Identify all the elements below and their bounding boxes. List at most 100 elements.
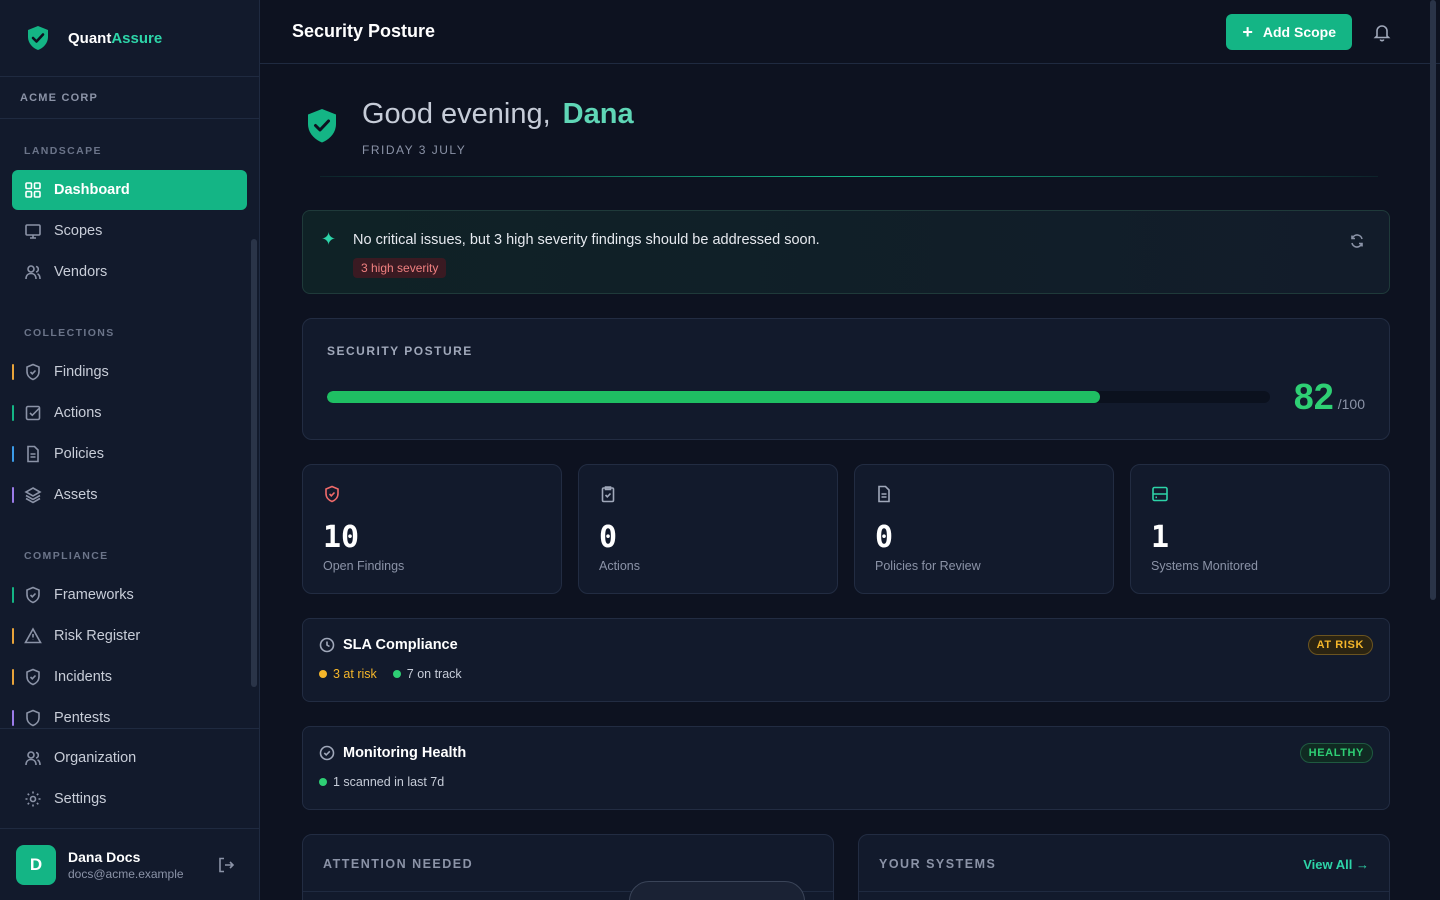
topbar: Security Posture + Add Scope [260,0,1440,64]
sidebar-item-assets[interactable]: Assets [12,475,247,515]
card-title: SLA Compliance [343,637,458,653]
users-icon [25,265,41,280]
shield-check-icon [308,109,336,143]
on-track-count: 7 on track [406,667,462,681]
greeting-date: FRIDAY 3 JULY [362,143,467,157]
stats-row: 10 Open Findings 0 Actions 0 Policies fo… [302,464,1390,594]
stat-label: Systems Monitored [1151,559,1258,573]
grid-icon [25,182,41,198]
layers-icon [24,487,42,504]
stat-open-findings[interactable]: 10 Open Findings [302,464,562,594]
sidebar-item-findings[interactable]: Findings [12,352,247,392]
card-title: ATTENTION NEEDED [323,857,474,871]
document-icon [27,445,39,463]
view-all-link[interactable]: View All → [1303,857,1369,891]
sidebar-item-label: Incidents [54,669,113,685]
sidebar-item-risk-register[interactable]: Risk Register [12,616,247,656]
accent-bar [12,710,14,726]
stat-label: Policies for Review [875,559,981,573]
at-risk-count: 3 at risk [333,667,377,681]
stat-value: 0 [875,520,894,555]
stat-actions[interactable]: 0 Actions [578,464,838,594]
sidebar-item-label: Scopes [54,223,103,239]
monitor-icon [25,224,41,239]
sidebar-item-actions[interactable]: Actions [12,393,247,433]
sidebar-item-scopes[interactable]: Scopes [12,211,247,251]
logout-icon[interactable] [217,856,235,874]
sidebar-scrollbar[interactable] [251,239,257,687]
user-profile[interactable]: D Dana Docs docs@acme.example [0,828,259,900]
security-posture-card: SECURITY POSTURE 82 /100 [302,318,1390,440]
sidebar-item-incidents[interactable]: Incidents [12,657,247,697]
status-dot [319,670,327,678]
sidebar-item-vendors[interactable]: Vendors [12,252,247,292]
section-label-compliance: COMPLIANCE [24,550,109,562]
accent-bar [12,446,14,462]
add-scope-button[interactable]: + Add Scope [1226,13,1352,50]
monitoring-health-card[interactable]: Monitoring Health 1 scanned in last 7d H… [302,726,1390,810]
sidebar-item-label: Settings [54,791,107,807]
greeting-name: Dana [562,98,634,130]
insight-alert: ✦ No critical issues, but 3 high severit… [302,210,1390,294]
accent-bar [12,364,14,380]
shield-check-icon [26,586,40,604]
high-severity-badge[interactable]: 3 high severity [353,258,447,278]
stat-value: 1 [1151,520,1170,555]
accent-bar [12,628,14,644]
stat-policies-for-review[interactable]: 0 Policies for Review [854,464,1114,594]
shield-icon [26,709,40,727]
user-email: docs@acme.example [68,866,184,881]
stat-label: Open Findings [323,559,405,573]
alert-message: No critical issues, but 3 high severity … [353,231,820,248]
sidebar-item-policies[interactable]: Policies [12,434,247,474]
section-label-collections: COLLECTIONS [24,327,115,339]
sidebar-item-pentests[interactable]: Pentests [12,698,247,728]
posture-label: SECURITY POSTURE [327,344,473,358]
sidebar-item-dashboard[interactable]: Dashboard [12,170,247,210]
sla-compliance-card[interactable]: SLA Compliance 3 at risk 7 on track AT R… [302,618,1390,702]
sidebar-item-label: Assets [54,487,98,503]
sidebar-item-organization[interactable]: Organization [12,738,247,778]
main-scrollbar[interactable] [1430,0,1436,600]
sidebar-item-settings[interactable]: Settings [12,779,247,819]
gear-icon [25,791,41,807]
document-icon [878,485,890,503]
card-title: YOUR SYSTEMS [879,857,997,871]
status-badge: HEALTHY [1299,743,1373,763]
bell-icon[interactable] [1372,22,1392,42]
refresh-icon[interactable] [1349,233,1365,249]
floating-toolbar[interactable] [629,881,805,900]
check-circle-icon [319,745,335,761]
shield-icon [325,485,339,503]
users-icon [25,751,41,766]
sparkle-icon: ✦ [321,229,337,249]
sidebar-nav[interactable]: LANDSCAPE Dashboard Scopes Vendors COLLE… [0,119,259,728]
accent-bar [12,669,14,685]
posture-progress-bar [327,391,1270,403]
sidebar-item-label: Policies [54,446,104,462]
user-name: Dana Docs [68,848,141,865]
sidebar-item-label: Pentests [54,710,111,726]
accent-bar [12,587,14,603]
sidebar-item-frameworks[interactable]: Frameworks [12,575,247,615]
shield-alert-icon [26,668,40,686]
status-dot [319,778,327,786]
warning-icon [24,627,42,644]
org-name[interactable]: ACME CORP [0,77,259,119]
card-title: Monitoring Health [343,745,467,761]
status-badge: AT RISK [1307,635,1373,655]
checkbox-icon [25,405,41,421]
stat-systems-monitored[interactable]: 1 Systems Monitored [1130,464,1390,594]
accent-bar [12,487,14,503]
sidebar-item-label: Organization [54,750,137,766]
scanned-count: 1 scanned in last 7d [333,775,445,789]
stat-value: 0 [599,520,618,555]
avatar: D [16,844,56,885]
brand-name: QuantAssure [68,29,163,47]
divider [320,176,1378,177]
brand[interactable]: QuantAssure [0,0,259,77]
add-scope-label: Add Scope [1262,23,1336,40]
clipboard-check-icon [601,486,615,503]
sidebar-footer-nav: Organization Settings [0,728,259,828]
clock-icon [319,637,335,653]
